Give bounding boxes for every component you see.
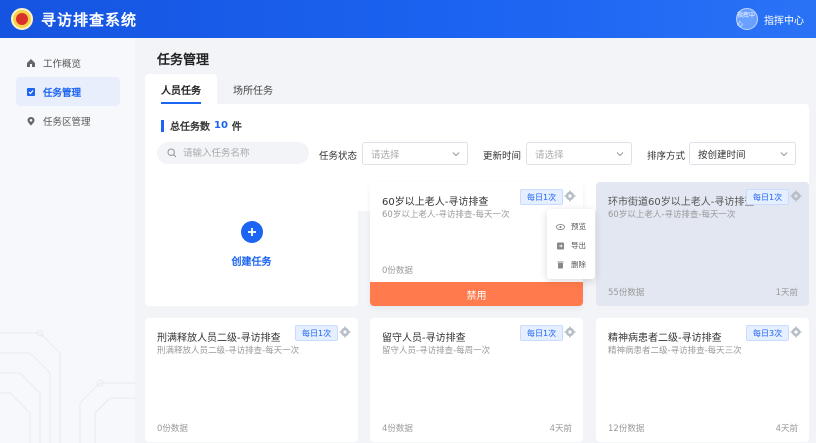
sidebar-nav: 工作概览 任务管理 任务区管理 bbox=[0, 38, 135, 135]
sidebar-item-label: 工作概览 bbox=[43, 58, 82, 70]
home-icon bbox=[26, 58, 36, 68]
task-count: 总任务数 10 件 bbox=[161, 118, 242, 133]
disable-button[interactable]: 禁用 bbox=[370, 282, 583, 306]
app-title: 寻访排查系统 bbox=[41, 10, 138, 29]
accent-bar bbox=[161, 119, 164, 132]
updated-select[interactable]: 请选择 bbox=[526, 142, 632, 165]
task-card-title: 精神病患者二级-寻访排查 bbox=[608, 333, 722, 344]
count-value: 10 bbox=[214, 120, 228, 131]
task-data-count: 0份数据 bbox=[382, 266, 413, 276]
task-data-count: 55份数据 bbox=[608, 288, 645, 298]
status-select-value: 请选择 bbox=[371, 149, 400, 161]
sidebar-item-label: 任务区管理 bbox=[43, 116, 91, 128]
frequency-badge: 每日1次 bbox=[520, 325, 564, 341]
status-filter-label: 任务状态 bbox=[319, 151, 358, 162]
gear-icon[interactable] bbox=[564, 190, 576, 202]
menu-item-label: 导出 bbox=[571, 241, 586, 250]
search-box[interactable] bbox=[157, 142, 309, 164]
sidebar-item-overview[interactable]: 工作概览 bbox=[16, 48, 120, 77]
chevron-down-icon bbox=[616, 152, 624, 157]
chevron-down-icon bbox=[780, 152, 788, 157]
menu-item-label: 删除 bbox=[571, 260, 586, 269]
task-card-subtitle: 刑满释放人员二级-寻访排查-每天一次 bbox=[157, 346, 300, 356]
user-menu[interactable]: 指挥中心 指挥中心 bbox=[736, 8, 804, 30]
sidebar-item-label: 任务管理 bbox=[43, 87, 82, 99]
menu-item-label: 预览 bbox=[571, 222, 586, 231]
eye-icon bbox=[556, 223, 565, 230]
task-updated-time: 4天前 bbox=[549, 424, 572, 434]
task-card-subtitle: 精神病患者二级-寻访排查-每天三次 bbox=[608, 346, 742, 356]
frequency-badge: 每日1次 bbox=[520, 189, 564, 205]
app-logo-icon bbox=[11, 8, 33, 30]
task-card-subtitle: 60岁以上老人-寻访排查-每天一次 bbox=[608, 210, 736, 220]
sort-select[interactable]: 按创建时间 bbox=[689, 142, 796, 165]
create-task-card[interactable]: 创建任务 bbox=[145, 182, 358, 306]
task-card[interactable]: 精神病患者二级-寻访排查 精神病患者二级-寻访排查-每天三次 每日3次 12份数… bbox=[596, 318, 809, 442]
gear-icon[interactable] bbox=[339, 326, 351, 338]
task-card-subtitle: 60岁以上老人-寻访排查-每天一次 bbox=[382, 210, 510, 220]
export-icon bbox=[557, 242, 564, 249]
sidebar: 工作概览 任务管理 任务区管理 bbox=[0, 38, 135, 443]
task-data-count: 4份数据 bbox=[382, 424, 413, 434]
user-name[interactable]: 指挥中心 bbox=[764, 12, 804, 27]
task-card-subtitle: 留守人员-寻访排查-每周一次 bbox=[382, 346, 491, 356]
task-card-title: 刑满释放人员二级-寻访排查 bbox=[157, 333, 281, 344]
menu-item-preview[interactable]: 预览 bbox=[547, 217, 595, 236]
sort-select-value: 按创建时间 bbox=[698, 149, 746, 161]
task-data-count: 12份数据 bbox=[608, 424, 645, 434]
tab-personnel-tasks[interactable]: 人员任务 bbox=[145, 74, 217, 104]
circuit-pattern-decoration bbox=[0, 329, 135, 443]
gear-icon[interactable] bbox=[790, 190, 802, 202]
updated-select-value: 请选择 bbox=[535, 149, 564, 161]
status-select[interactable]: 请选择 bbox=[362, 142, 468, 165]
plus-icon bbox=[240, 220, 263, 243]
updated-filter-label: 更新时间 bbox=[483, 151, 522, 162]
tab-bar: 人员任务 场所任务 bbox=[145, 74, 809, 104]
top-header: 寻访排查系统 指挥中心 指挥中心 bbox=[0, 0, 816, 38]
count-label: 总任务数 bbox=[170, 122, 210, 133]
create-task-label: 创建任务 bbox=[231, 256, 272, 268]
gear-icon[interactable] bbox=[564, 326, 576, 338]
card-action-menu: 预览 导出 删除 bbox=[547, 209, 595, 279]
sidebar-item-task-area[interactable]: 任务区管理 bbox=[16, 106, 120, 135]
menu-item-export[interactable]: 导出 bbox=[547, 236, 595, 255]
task-card-title: 环市街道60岁以上老人-寻访排查 bbox=[608, 197, 755, 208]
sidebar-item-task-management[interactable]: 任务管理 bbox=[16, 77, 120, 106]
tab-venue-tasks[interactable]: 场所任务 bbox=[217, 74, 289, 104]
task-card[interactable]: 留守人员-寻访排查 留守人员-寻访排查-每周一次 每日1次 4份数据 4天前 bbox=[370, 318, 583, 442]
sort-label: 排序方式 bbox=[647, 151, 686, 162]
task-data-count: 0份数据 bbox=[157, 424, 188, 434]
avatar[interactable]: 指挥中心 bbox=[736, 8, 758, 30]
search-icon bbox=[167, 148, 177, 158]
menu-item-delete[interactable]: 删除 bbox=[547, 255, 595, 274]
search-input[interactable] bbox=[183, 147, 303, 159]
task-card-title: 留守人员-寻访排查 bbox=[382, 333, 466, 344]
location-pin-icon bbox=[26, 116, 36, 126]
frequency-badge: 每日3次 bbox=[746, 325, 790, 341]
checkbox-icon bbox=[26, 87, 36, 97]
frequency-badge: 每日1次 bbox=[295, 325, 339, 341]
chevron-down-icon bbox=[452, 152, 460, 157]
task-updated-time: 4天前 bbox=[775, 424, 798, 434]
frequency-badge: 每日1次 bbox=[746, 189, 790, 205]
count-unit: 件 bbox=[231, 122, 242, 133]
trash-icon bbox=[557, 261, 564, 268]
page-title: 任务管理 bbox=[157, 53, 210, 68]
gear-icon[interactable] bbox=[790, 326, 802, 338]
task-updated-time: 1天前 bbox=[775, 288, 798, 298]
task-card[interactable]: 刑满释放人员二级-寻访排查 刑满释放人员二级-寻访排查-每天一次 每日1次 0份… bbox=[145, 318, 358, 442]
task-card[interactable]: 环市街道60岁以上老人-寻访排查 60岁以上老人-寻访排查-每天一次 每日1次 … bbox=[596, 182, 809, 306]
task-card-title: 60岁以上老人-寻访排查 bbox=[382, 197, 489, 208]
